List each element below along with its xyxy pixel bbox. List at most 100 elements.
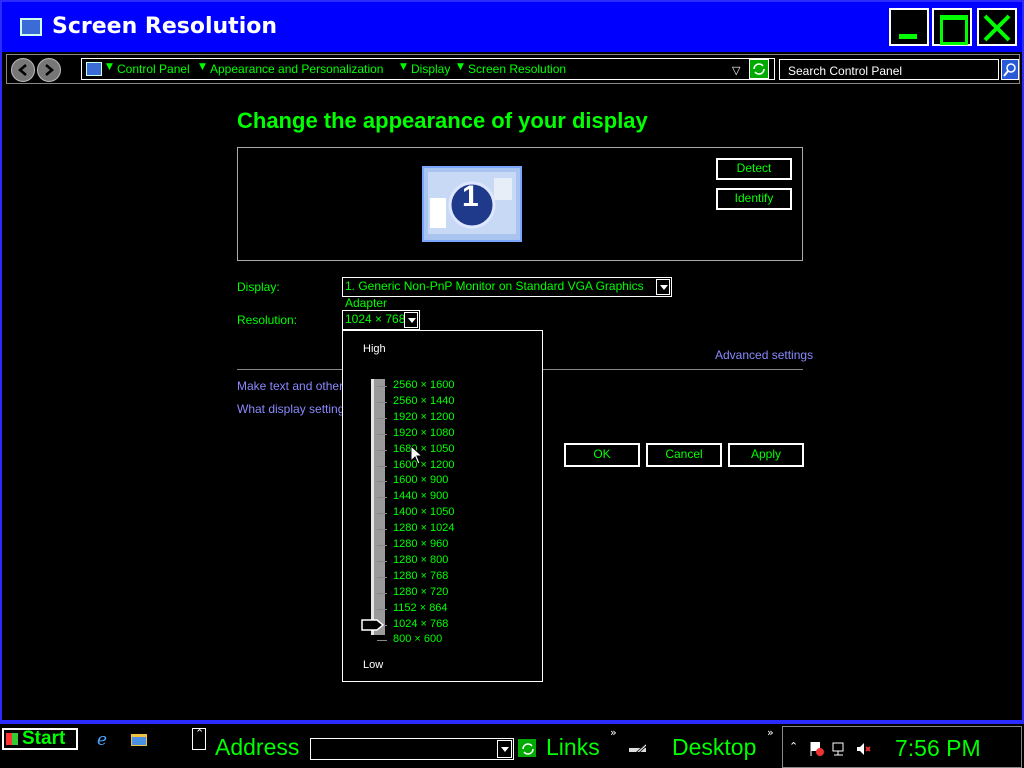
- slider-tick: [377, 640, 387, 642]
- text-size-link[interactable]: Make text and other it: [237, 379, 352, 393]
- desktop-toolbar-label[interactable]: Desktop: [672, 734, 756, 761]
- chevron-down-icon[interactable]: [656, 279, 670, 295]
- breadcrumb-display[interactable]: Display: [411, 62, 450, 76]
- slider-tick: [377, 576, 387, 578]
- taskbar-clock[interactable]: 7:56 PM: [895, 735, 981, 762]
- desktop-pen-icon[interactable]: [628, 734, 646, 752]
- start-label: Start: [22, 728, 66, 749]
- resolution-option[interactable]: 800 × 600: [393, 633, 442, 645]
- toolbar-grip[interactable]: ⌃: [192, 727, 206, 750]
- window-title: Screen Resolution: [52, 14, 278, 39]
- go-refresh-icon[interactable]: [518, 739, 536, 757]
- low-label: Low: [363, 659, 384, 671]
- title-bar[interactable]: Screen Resolution: [2, 2, 1022, 52]
- taskbar-address-input[interactable]: [310, 738, 514, 760]
- ok-button[interactable]: OK: [564, 443, 640, 467]
- breadcrumb-control-panel[interactable]: Control Panel: [117, 62, 190, 76]
- forward-arrow-icon: [45, 64, 54, 76]
- display-label: Display:: [237, 280, 280, 294]
- chevron-down-icon[interactable]: ▼: [457, 62, 464, 72]
- detect-button[interactable]: Detect: [716, 158, 792, 180]
- resolution-option[interactable]: 1920 × 1080: [393, 427, 454, 439]
- resolution-option[interactable]: 1600 × 900: [393, 474, 448, 486]
- resolution-option[interactable]: 1280 × 960: [393, 538, 448, 550]
- volume-muted-icon[interactable]: [855, 741, 871, 757]
- resolution-option[interactable]: 1280 × 800: [393, 554, 448, 566]
- apply-button[interactable]: Apply: [728, 443, 804, 467]
- resolution-option[interactable]: 1440 × 900: [393, 490, 448, 502]
- monitor-1-thumbnail[interactable]: 1: [422, 166, 522, 242]
- high-label: High: [363, 343, 386, 355]
- back-button[interactable]: [11, 58, 35, 82]
- network-icon[interactable]: [831, 741, 847, 757]
- chevron-down-icon[interactable]: ▼: [400, 62, 407, 72]
- back-arrow-icon: [18, 64, 27, 76]
- links-toolbar-label[interactable]: Links: [546, 734, 600, 761]
- resolution-select[interactable]: 1024 × 768: [342, 310, 420, 330]
- monitor-number: 1: [462, 180, 479, 213]
- explorer-folder-icon[interactable]: [130, 730, 148, 748]
- advanced-settings-link[interactable]: Advanced settings: [715, 348, 813, 362]
- resolution-dropdown-popup: High 2560 × 1600 2560 × 1440 1920 × 1200 19…: [342, 330, 543, 682]
- screen-resolution-window: Screen Resolution ▼ Control Panel ▼ Appe…: [0, 0, 1024, 722]
- resolution-option[interactable]: 1280 × 720: [393, 586, 448, 598]
- chevron-down-icon[interactable]: ▼: [106, 62, 113, 72]
- slider-tick: [377, 497, 387, 499]
- slider-thumb[interactable]: [361, 618, 385, 631]
- address-toolbar-label: Address: [215, 734, 300, 760]
- resolution-select-value: 1024 × 768: [345, 312, 406, 326]
- refresh-icon: [753, 63, 765, 75]
- resolution-option[interactable]: 1280 × 1024: [393, 522, 454, 534]
- resolution-option[interactable]: 2560 × 1600: [393, 379, 454, 391]
- resolution-option[interactable]: 1024 × 768: [393, 618, 448, 630]
- start-button[interactable]: Start: [2, 728, 78, 750]
- slider-tick: [377, 513, 387, 515]
- slider-tick: [377, 465, 387, 467]
- minimize-button[interactable]: [889, 8, 929, 46]
- slider-tick: [377, 545, 387, 546]
- svg-text:e: e: [97, 730, 107, 748]
- slider-tick: [377, 560, 387, 562]
- breadcrumb-screen-resolution[interactable]: Screen Resolution: [468, 62, 566, 76]
- forward-button[interactable]: [37, 58, 61, 82]
- cancel-button[interactable]: Cancel: [646, 443, 722, 467]
- search-input[interactable]: [786, 63, 908, 79]
- slider-tick: [377, 608, 387, 610]
- system-tray: ⌃ 7:56 PM: [782, 726, 1022, 768]
- chevron-down-icon[interactable]: [497, 740, 512, 758]
- navigation-bar: ▼ Control Panel ▼ Appearance and Persona…: [6, 54, 1020, 84]
- refresh-button[interactable]: [749, 59, 769, 79]
- chevron-up-icon: ⌃: [195, 727, 205, 740]
- action-center-flag-icon[interactable]: [809, 741, 825, 757]
- resolution-option[interactable]: 1400 × 1050: [393, 506, 454, 518]
- slider-tick: [377, 449, 387, 451]
- maximize-button[interactable]: [932, 8, 972, 46]
- display-select-value: 1. Generic Non-PnP Monitor on Standard V…: [345, 279, 644, 310]
- slider-tick: [377, 433, 387, 435]
- page-heading: Change the appearance of your display: [237, 108, 648, 133]
- taskbar: Start e ⌃ Address Links » Desktop » ⌃ 7:…: [0, 722, 1024, 768]
- resolution-option[interactable]: 1152 × 864: [393, 602, 448, 614]
- breadcrumb-address-bar[interactable]: ▼ Control Panel ▼ Appearance and Persona…: [81, 58, 775, 80]
- slider-tick: [377, 592, 387, 594]
- show-hidden-icons-icon[interactable]: ⌃: [789, 740, 798, 753]
- identify-button[interactable]: Identify: [716, 188, 792, 210]
- search-box[interactable]: [779, 59, 999, 80]
- history-dropdown-icon[interactable]: ▽: [732, 64, 740, 77]
- resolution-option[interactable]: 1280 × 768: [393, 570, 448, 582]
- resolution-option[interactable]: 2560 × 1440: [393, 395, 454, 407]
- close-icon: [983, 14, 1011, 42]
- close-button[interactable]: [977, 8, 1017, 46]
- search-button[interactable]: [1001, 59, 1019, 80]
- chevron-down-icon[interactable]: [404, 312, 418, 328]
- control-panel-icon: [86, 62, 102, 76]
- display-app-icon: [20, 18, 42, 36]
- internet-explorer-icon[interactable]: e: [95, 730, 113, 748]
- slider-tick: [377, 401, 387, 403]
- chevron-down-icon[interactable]: ▼: [199, 62, 206, 72]
- resolution-option[interactable]: 1920 × 1200: [393, 411, 454, 423]
- overflow-chevron-icon[interactable]: »: [767, 726, 774, 739]
- overflow-chevron-icon[interactable]: »: [610, 726, 617, 739]
- breadcrumb-appearance[interactable]: Appearance and Personalization: [210, 62, 383, 76]
- display-select[interactable]: 1. Generic Non-PnP Monitor on Standard V…: [342, 277, 672, 310]
